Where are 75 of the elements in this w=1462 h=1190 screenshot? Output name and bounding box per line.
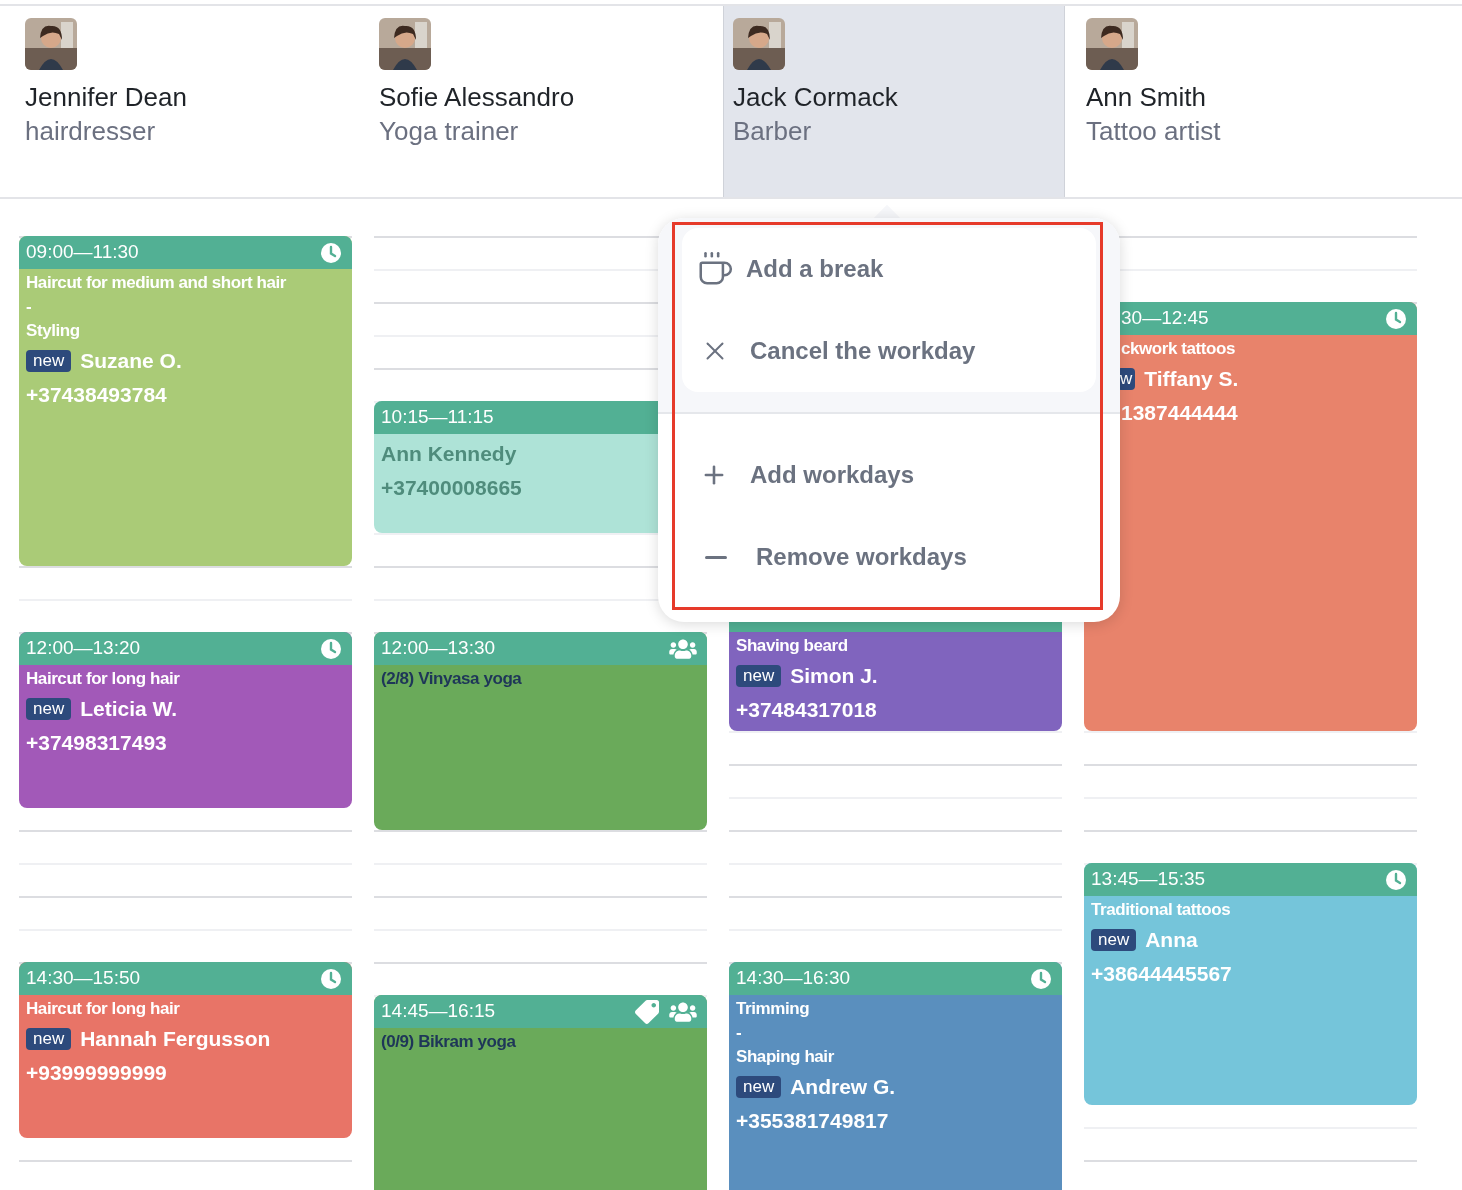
new-badge: new [736,1076,782,1098]
service-title: ckwork tattoos [1121,338,1237,360]
client-name: Tiffany S. [1144,366,1239,393]
appointment-card[interactable]: 14:30—15:50 Haircut for long hair new Hannah Fergusson +93999999999 [19,962,352,1138]
service-title: - [26,296,33,318]
time-range: 14:30—16:30 [736,966,851,991]
phone-number: +37438493784 [26,382,168,408]
appointment-card[interactable]: 14:45—16:15 (0/9) Bikram yoga [374,995,707,1190]
staff-role: Yoga trainer [379,115,520,148]
client-name: Hannah Fergusson [80,1026,271,1053]
service-title: Shaping hair [736,1046,835,1068]
group-icon [669,637,697,660]
time-range: 12:00—13:30 [381,636,496,661]
appointment-card[interactable]: 14:30—16:30 Trimming - Shaping hair new Andrew G. +355381749817 [729,962,1062,1190]
clock-icon [320,637,342,660]
time-range: 14:30—15:50 [26,966,141,991]
new-badge: new [736,665,782,687]
client-name: Ann Kennedy [381,441,517,468]
phone-number: +93999999999 [26,1060,168,1086]
clock-icon [320,241,342,264]
tag-icon [635,999,659,1024]
phone-number: +37484317018 [736,697,878,723]
client-name: Simon J. [790,663,878,690]
time-range: 14:45—16:15 [381,999,496,1024]
appointment-card[interactable]: 12:00—13:20 Haircut for long hair new Leticia W. +37498317493 [19,632,352,808]
phone-number: +355381749817 [736,1108,890,1134]
staff-column-header[interactable]: Jennifer Dean hairdresser [0,6,370,197]
staff-role: hairdresser [25,115,157,148]
staff-column-header[interactable]: Ann Smith Tattoo artist [1065,6,1462,197]
client-name: Leticia W. [80,696,178,723]
staff-role: Barber [733,115,813,148]
service-title: Trimming [736,998,811,1020]
appointment-card[interactable]: 30—12:45 ckwork tattoos w Tiffany S. 1387444444 [1084,302,1417,731]
staff-name: Ann Smith [1086,81,1207,114]
service-title: - [736,1022,743,1044]
staff-name: Jennifer Dean [25,81,188,114]
staff-role: Tattoo artist [1086,115,1222,148]
time-range: 09:00—11:30 [26,240,139,265]
coffee-icon [696,250,734,288]
clock-icon [320,967,342,990]
service-title: (2/8) Vinyasa yoga [381,668,523,690]
service-title: Haircut for medium and short hair [26,272,287,294]
client-name: Andrew G. [790,1074,896,1101]
time-range: 12:00—13:20 [26,636,141,661]
minus-icon [705,555,727,559]
clock-icon [1385,868,1407,891]
service-title: (0/9) Bikram yoga [381,1031,517,1053]
staff-column-header[interactable]: Sofie Alessandro Yoga trainer [370,6,723,197]
client-name: Suzane O. [80,348,182,375]
new-badge: new [26,698,72,720]
phone-number: +37400008665 [381,475,523,501]
staff-name: Jack Cormack [733,81,899,114]
new-badge: new [1091,929,1137,951]
time-range: 13:45—15:35 [1091,867,1206,892]
service-title: Haircut for long hair [26,668,181,690]
new-badge: new [26,350,72,372]
staff-name: Sofie Alessandro [379,81,576,114]
staff-column-header[interactable]: Jack Cormack Barber [723,6,1065,197]
appointment-card[interactable]: 09:00—11:30 Haircut for medium and short hair - Styling new Suzane O. +37438493784 [19,236,352,566]
service-title: Haircut for long hair [26,998,181,1020]
group-icon [669,1000,697,1023]
appointment-card[interactable]: 13:45—15:35 Traditional tattoos new Anna +38644445567 [1084,863,1417,1105]
time-range: 10:15—11:15 [381,405,494,430]
appointment-card[interactable]: 12:00—13:30 (2/8) Vinyasa yoga [374,632,707,830]
phone-number: +37498317493 [26,730,168,756]
clock-icon [1385,307,1407,330]
service-title: Shaving beard [736,635,849,657]
clock-icon [1030,967,1052,990]
service-title: Traditional tattoos [1091,899,1232,921]
time-range: 30—12:45 [1121,306,1209,331]
client-name: Anna [1145,927,1198,954]
phone-number: 1387444444 [1121,400,1239,426]
phone-number: +38644445567 [1091,961,1233,987]
new-badge: new [26,1028,72,1050]
service-title: Styling [26,320,81,342]
